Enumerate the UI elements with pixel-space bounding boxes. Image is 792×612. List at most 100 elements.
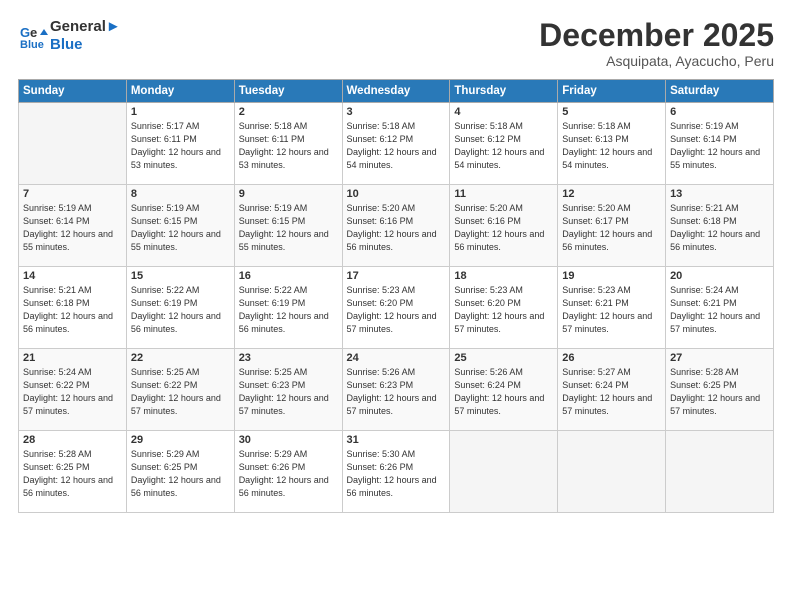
calendar-cell: 28 Sunrise: 5:28 AM Sunset: 6:25 PM Dayli…	[19, 431, 127, 513]
calendar-cell: 30Sunrise: 5:29 AM Sunset: 6:26 PM Dayli…	[234, 431, 342, 513]
week-row-5: 28 Sunrise: 5:28 AM Sunset: 6:25 PM Dayli…	[19, 431, 774, 513]
day-number: 4	[454, 106, 553, 118]
day-info: Sunrise: 5:27 AM Sunset: 6:24 PM Dayligh…	[562, 366, 661, 418]
day-info: Sunrise: 5:25 AM Sunset: 6:23 PM Dayligh…	[239, 366, 338, 418]
day-number: 2	[239, 106, 338, 118]
calendar-cell: 22 Sunrise: 5:25 AM Sunset: 6:22 PM Dayli…	[126, 349, 234, 431]
calendar-cell: 5Sunrise: 5:18 AM Sunset: 6:13 PM Daylig…	[558, 103, 666, 185]
calendar-cell: 19 Sunrise: 5:23 AM Sunset: 6:21 PM Dayli…	[558, 267, 666, 349]
calendar-cell: 6 Sunrise: 5:19 AM Sunset: 6:14 PM Daylig…	[666, 103, 774, 185]
day-number: 19	[562, 270, 661, 282]
day-info: Sunrise: 5:18 AM Sunset: 6:12 PM Dayligh…	[347, 120, 446, 172]
day-info: Sunrise: 5:19 AM Sunset: 6:14 PM Dayligh…	[670, 120, 769, 172]
day-number: 10	[347, 188, 446, 200]
calendar-cell: 11Sunrise: 5:20 AM Sunset: 6:16 PM Dayli…	[450, 185, 558, 267]
logo-general: General►	[50, 18, 121, 36]
day-info: Sunrise: 5:20 AM Sunset: 6:17 PM Dayligh…	[562, 202, 661, 254]
day-info: Sunrise: 5:18 AM Sunset: 6:11 PM Dayligh…	[239, 120, 338, 172]
day-info: Sunrise: 5:23 AM Sunset: 6:21 PM Dayligh…	[562, 284, 661, 336]
day-info: Sunrise: 5:19 AM Sunset: 6:15 PM Dayligh…	[239, 202, 338, 254]
calendar-cell: 10 Sunrise: 5:20 AM Sunset: 6:16 PM Dayli…	[342, 185, 450, 267]
day-number: 30	[239, 434, 338, 446]
col-sunday: Sunday	[19, 80, 127, 103]
calendar-cell: 12 Sunrise: 5:20 AM Sunset: 6:17 PM Dayli…	[558, 185, 666, 267]
day-number: 31	[347, 434, 446, 446]
week-row-1: 1Sunrise: 5:17 AM Sunset: 6:11 PM Daylig…	[19, 103, 774, 185]
day-info: Sunrise: 5:18 AM Sunset: 6:13 PM Dayligh…	[562, 120, 661, 172]
day-number: 25	[454, 352, 553, 364]
calendar-cell: 15 Sunrise: 5:22 AM Sunset: 6:19 PM Dayli…	[126, 267, 234, 349]
day-info: Sunrise: 5:26 AM Sunset: 6:24 PM Dayligh…	[454, 366, 553, 418]
day-info: Sunrise: 5:29 AM Sunset: 6:25 PM Dayligh…	[131, 448, 230, 500]
calendar-cell: 31Sunrise: 5:30 AM Sunset: 6:26 PM Dayli…	[342, 431, 450, 513]
week-row-4: 21 Sunrise: 5:24 AM Sunset: 6:22 PM Dayli…	[19, 349, 774, 431]
day-info: Sunrise: 5:24 AM Sunset: 6:22 PM Dayligh…	[23, 366, 122, 418]
header-row: Sunday Monday Tuesday Wednesday Thursday…	[19, 80, 774, 103]
col-wednesday: Wednesday	[342, 80, 450, 103]
day-number: 17	[347, 270, 446, 282]
calendar-cell: 16 Sunrise: 5:22 AM Sunset: 6:19 PM Dayli…	[234, 267, 342, 349]
day-number: 13	[670, 188, 769, 200]
day-number: 16	[239, 270, 338, 282]
day-number: 8	[131, 188, 230, 200]
calendar-cell	[558, 431, 666, 513]
calendar-cell: 13 Sunrise: 5:21 AM Sunset: 6:18 PM Dayli…	[666, 185, 774, 267]
day-info: Sunrise: 5:19 AM Sunset: 6:14 PM Dayligh…	[23, 202, 122, 254]
day-number: 24	[347, 352, 446, 364]
calendar-cell: 2 Sunrise: 5:18 AM Sunset: 6:11 PM Daylig…	[234, 103, 342, 185]
day-info: Sunrise: 5:28 AM Sunset: 6:25 PM Dayligh…	[23, 448, 122, 500]
day-info: Sunrise: 5:24 AM Sunset: 6:21 PM Dayligh…	[670, 284, 769, 336]
day-number: 14	[23, 270, 122, 282]
title-block: December 2025 Asquipata, Ayacucho, Peru	[539, 18, 774, 69]
day-number: 22	[131, 352, 230, 364]
day-info: Sunrise: 5:26 AM Sunset: 6:23 PM Dayligh…	[347, 366, 446, 418]
calendar-cell: 23 Sunrise: 5:25 AM Sunset: 6:23 PM Dayli…	[234, 349, 342, 431]
calendar-cell: 24 Sunrise: 5:26 AM Sunset: 6:23 PM Dayli…	[342, 349, 450, 431]
day-number: 26	[562, 352, 661, 364]
col-tuesday: Tuesday	[234, 80, 342, 103]
month-title: December 2025	[539, 18, 774, 53]
day-number: 7	[23, 188, 122, 200]
day-number: 18	[454, 270, 553, 282]
calendar-cell	[450, 431, 558, 513]
calendar-cell: 20 Sunrise: 5:24 AM Sunset: 6:21 PM Dayli…	[666, 267, 774, 349]
col-saturday: Saturday	[666, 80, 774, 103]
calendar-cell: 14 Sunrise: 5:21 AM Sunset: 6:18 PM Dayli…	[19, 267, 127, 349]
calendar-cell: 25 Sunrise: 5:26 AM Sunset: 6:24 PM Dayli…	[450, 349, 558, 431]
calendar-cell: 1Sunrise: 5:17 AM Sunset: 6:11 PM Daylig…	[126, 103, 234, 185]
day-number: 28	[23, 434, 122, 446]
day-number: 9	[239, 188, 338, 200]
week-row-3: 14 Sunrise: 5:21 AM Sunset: 6:18 PM Dayli…	[19, 267, 774, 349]
logo: G e Blue General► Blue	[18, 18, 121, 54]
calendar-table: Sunday Monday Tuesday Wednesday Thursday…	[18, 79, 774, 513]
svg-text:Blue: Blue	[20, 39, 44, 51]
day-info: Sunrise: 5:28 AM Sunset: 6:25 PM Dayligh…	[670, 366, 769, 418]
day-info: Sunrise: 5:22 AM Sunset: 6:19 PM Dayligh…	[131, 284, 230, 336]
day-info: Sunrise: 5:20 AM Sunset: 6:16 PM Dayligh…	[347, 202, 446, 254]
day-number: 11	[454, 188, 553, 200]
calendar-cell	[666, 431, 774, 513]
calendar-cell	[19, 103, 127, 185]
calendar-cell: 17Sunrise: 5:23 AM Sunset: 6:20 PM Dayli…	[342, 267, 450, 349]
day-info: Sunrise: 5:21 AM Sunset: 6:18 PM Dayligh…	[670, 202, 769, 254]
day-info: Sunrise: 5:17 AM Sunset: 6:11 PM Dayligh…	[131, 120, 230, 172]
day-number: 23	[239, 352, 338, 364]
col-thursday: Thursday	[450, 80, 558, 103]
col-monday: Monday	[126, 80, 234, 103]
calendar-cell: 7 Sunrise: 5:19 AM Sunset: 6:14 PM Daylig…	[19, 185, 127, 267]
day-number: 15	[131, 270, 230, 282]
calendar-cell: 29Sunrise: 5:29 AM Sunset: 6:25 PM Dayli…	[126, 431, 234, 513]
calendar-cell: 21 Sunrise: 5:24 AM Sunset: 6:22 PM Dayli…	[19, 349, 127, 431]
day-info: Sunrise: 5:25 AM Sunset: 6:22 PM Dayligh…	[131, 366, 230, 418]
day-info: Sunrise: 5:23 AM Sunset: 6:20 PM Dayligh…	[454, 284, 553, 336]
day-number: 12	[562, 188, 661, 200]
calendar-cell: 4Sunrise: 5:18 AM Sunset: 6:12 PM Daylig…	[450, 103, 558, 185]
day-number: 21	[23, 352, 122, 364]
day-info: Sunrise: 5:21 AM Sunset: 6:18 PM Dayligh…	[23, 284, 122, 336]
calendar-cell: 27Sunrise: 5:28 AM Sunset: 6:25 PM Dayli…	[666, 349, 774, 431]
calendar-cell: 26 Sunrise: 5:27 AM Sunset: 6:24 PM Dayli…	[558, 349, 666, 431]
day-number: 6	[670, 106, 769, 118]
day-number: 20	[670, 270, 769, 282]
day-info: Sunrise: 5:22 AM Sunset: 6:19 PM Dayligh…	[239, 284, 338, 336]
svg-text:e: e	[30, 25, 37, 40]
